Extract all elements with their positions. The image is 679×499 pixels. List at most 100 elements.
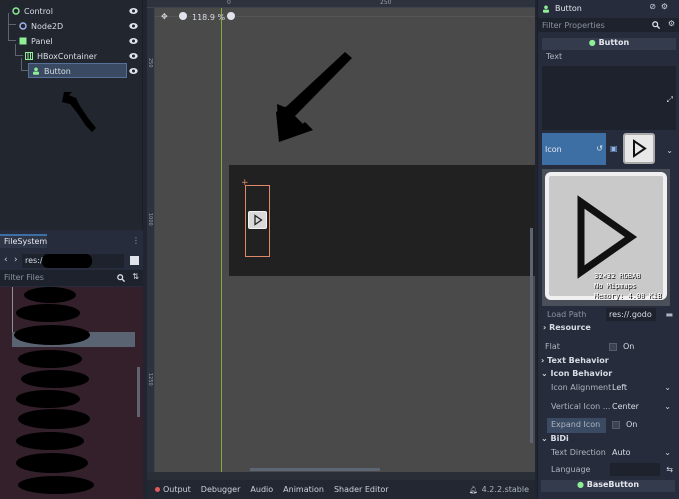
filesystem-header: FileSystem ⋮ — [0, 234, 143, 248]
ruler-mark: 250 — [147, 58, 153, 68]
left-dock: Control Node2D Panel HBoxContainer Butto… — [0, 0, 143, 499]
visibility-eye-icon[interactable] — [129, 67, 138, 75]
visibility-eye-icon[interactable] — [129, 7, 138, 15]
filter-files-input[interactable]: Filter Files ⇅ — [0, 270, 143, 286]
vertical-scrollbar[interactable] — [530, 228, 533, 443]
chevron-down-icon[interactable]: ⌄ — [664, 402, 671, 411]
inspector-node-header: Button ⊘ ⚙ — [538, 2, 679, 16]
node2d-circle-icon — [19, 22, 27, 30]
ruler-mark: 1000 — [147, 213, 153, 226]
chevron-down-icon[interactable]: ⌄ — [666, 146, 673, 155]
help-icon[interactable]: ⊘ — [649, 2, 656, 11]
tree-item-label: Node2D — [31, 21, 64, 31]
load-path-field[interactable]: res://.godo — [606, 308, 656, 321]
tree-item-button[interactable]: Button — [0, 64, 143, 78]
2d-viewport[interactable]: 0 250 250 1000 1250 ✥ 118.9 % + — [147, 0, 535, 480]
texture-memory: Memory: 4.00 KiB — [594, 292, 662, 300]
play-triangle-icon — [254, 214, 263, 226]
tab-debugger[interactable]: Debugger — [201, 485, 241, 494]
settings-gear-icon[interactable]: ⚙ — [661, 2, 668, 11]
options-icon[interactable]: ⚙ — [668, 19, 675, 28]
filesystem-file-list[interactable] — [0, 287, 143, 499]
ruler-mark: 1250 — [147, 373, 153, 386]
ruler-mark: 0 — [227, 0, 231, 6]
group-icon-behavior[interactable]: ⌄ Icon Behavior — [537, 369, 679, 381]
horizontal-scrollbar[interactable] — [250, 468, 380, 471]
filter-placeholder: Filter Properties — [542, 21, 605, 30]
toggle-split-icon[interactable] — [130, 256, 139, 265]
vertical-icon-select[interactable]: Center — [612, 402, 639, 411]
scrollbar-thumb[interactable] — [137, 367, 140, 417]
zoom-level-label[interactable]: 118.9 % — [192, 13, 225, 22]
bottom-panel-tabs: Output Debugger Audio Animation Shader E… — [147, 480, 535, 499]
visibility-eye-icon[interactable] — [129, 37, 138, 45]
basebutton-icon: ● — [576, 480, 587, 489]
tree-item-control[interactable]: Control — [0, 4, 143, 18]
tab-shader-editor[interactable]: Shader Editor — [334, 485, 389, 494]
group-bidi[interactable]: ⌄ BiDi — [537, 434, 679, 446]
expand-icon-checkbox[interactable]: On — [612, 420, 637, 429]
notification-bell-icon[interactable]: 🔔︎ — [469, 486, 478, 494]
filter-properties-input[interactable]: Filter Properties ⚙ — [538, 18, 679, 32]
section-header-button[interactable]: ● Button — [542, 38, 676, 50]
property-label: Icon Alignment — [551, 383, 612, 392]
tab-filesystem[interactable]: FileSystem — [0, 234, 47, 248]
ruler-top: 0 250 — [147, 0, 535, 8]
property-label: Icon — [545, 145, 562, 154]
visibility-eye-icon[interactable] — [129, 52, 138, 60]
revert-icon[interactable]: ↺ — [596, 144, 603, 153]
drawn-arrow-scribble — [276, 52, 352, 142]
flat-checkbox[interactable]: On — [609, 342, 634, 351]
translate-icon[interactable]: ⇆ — [666, 465, 673, 474]
tree-item-node2d[interactable]: Node2D — [0, 19, 143, 33]
search-icon[interactable] — [117, 274, 125, 282]
group-title: Icon Behavior — [550, 369, 613, 378]
pivot-cross-icon: + — [241, 178, 249, 188]
search-icon — [652, 21, 660, 29]
scene-tree: Control Node2D Panel HBoxContainer Butto… — [0, 0, 143, 230]
property-label: Text Direction — [551, 448, 606, 457]
icon-alignment-select[interactable]: Left — [612, 383, 627, 392]
tab-output[interactable]: Output — [163, 485, 191, 494]
text-direction-select[interactable]: Auto — [612, 448, 631, 457]
back-arrow-icon[interactable]: ‹ — [4, 255, 8, 265]
zoom-out-icon[interactable] — [179, 12, 187, 20]
property-icon-alignment-row: Icon Alignment Left ⌄ — [537, 383, 679, 397]
property-icon-row[interactable]: Icon ↺ — [542, 133, 606, 165]
visibility-eye-icon[interactable] — [129, 22, 138, 30]
panel-area — [229, 165, 535, 276]
dock-menu-icon[interactable]: ⋮ — [132, 236, 140, 245]
drawn-arrow-scribble — [62, 92, 96, 132]
version-label: 4.2.2.stable — [481, 485, 529, 494]
expand-icon[interactable]: ⤢ — [667, 95, 673, 105]
group-header-resource: › Resource — [543, 323, 591, 332]
text-edit-field[interactable]: ⤢ — [542, 66, 676, 130]
texture-size: 32×32 RGBA8 — [594, 272, 641, 280]
forward-arrow-icon[interactable]: › — [14, 255, 18, 265]
tab-audio[interactable]: Audio — [250, 485, 273, 494]
zoom-in-icon[interactable] — [227, 12, 235, 20]
resource-group[interactable]: › Resource — [537, 323, 679, 335]
icon-texture-thumbnail[interactable] — [623, 133, 655, 164]
tab-animation[interactable]: Animation — [283, 485, 324, 494]
inspector-node-name: Button — [555, 4, 582, 13]
ruler-mark: 250 — [380, 0, 392, 6]
group-header: › Text Behavior — [541, 356, 609, 365]
chevron-down-icon[interactable]: ⌄ — [664, 448, 671, 457]
group-text-behavior[interactable]: › Text Behavior — [537, 356, 679, 368]
chevron-down-icon[interactable]: ⌄ — [664, 383, 671, 392]
folder-icon[interactable]: ▬ — [665, 310, 673, 319]
checkbox-label: On — [623, 342, 635, 351]
property-text-direction-row: Text Direction Auto ⌄ — [537, 448, 679, 462]
pan-move-icon[interactable]: ✥ — [161, 12, 168, 21]
property-flat-row: Flat On — [537, 342, 679, 354]
play-triangle-icon — [577, 195, 638, 279]
scene-button[interactable] — [248, 211, 267, 229]
group-title: Text Behavior — [547, 356, 609, 365]
section-title: BaseButton — [586, 480, 640, 489]
section-header-basebutton[interactable]: ● BaseButton — [541, 480, 675, 492]
ruler-left: 250 1000 1250 — [147, 8, 155, 472]
viewport-canvas[interactable]: ✥ 118.9 % + — [155, 8, 535, 472]
language-field[interactable] — [610, 463, 660, 476]
sort-icon[interactable]: ⇅ — [132, 272, 139, 281]
